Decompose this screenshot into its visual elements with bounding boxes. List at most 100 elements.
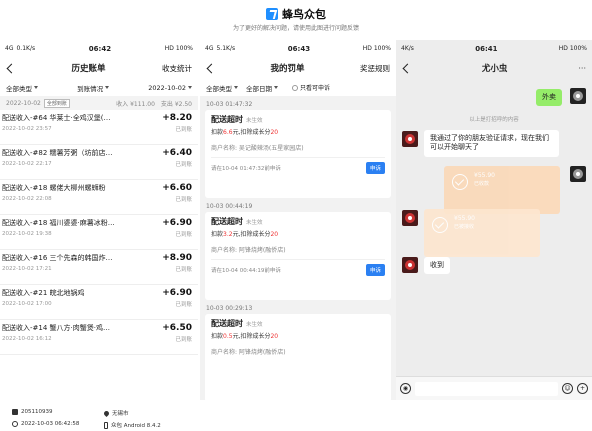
navbar: 我的罚单 奖惩规则 (200, 57, 396, 79)
penalty-amount: 6.6 (223, 129, 233, 136)
divider (211, 259, 385, 260)
bill-row[interactable]: 配送收入-#18 福川婆婆·麻薯冰粉… 2022-10-02 19:38 +6.90… (0, 215, 198, 250)
net-speed: 4K/s (401, 45, 414, 52)
friend-message[interactable]: 我通过了你的朋友验证请求，现在我们可以开始聊天了 (424, 130, 559, 157)
bill-date: 2022-10-02 16:12 (2, 336, 52, 342)
penalty-status: 未生效 (246, 322, 263, 328)
penalty-amount: 0.5 (223, 333, 233, 340)
phone-chat: 4K/s 06:41 HD 100% 尤小虫 ··· 外卖 以上是打招呼的内容 … (396, 40, 592, 400)
bill-title: 配送收入-#18 福川婆婆·麻薯冰粉… (2, 219, 115, 227)
bill-title: 配送收入-#16 三个先森的韩国炸… (2, 254, 113, 262)
bill-status: 已到账 (175, 127, 192, 133)
navbar: 历史账单 收支统计 (0, 57, 198, 79)
penalty-detail: 扣款3.2元,扣除成长分20 (211, 231, 279, 238)
check-circle-icon (432, 217, 448, 233)
phone-history-bills: 4G 0.1K/s 06:42 HD 100% 历史账单 收支统计 全部类型 到账… (0, 40, 198, 400)
bill-amount: +8.20 (162, 113, 192, 123)
dropdown-icon (34, 86, 38, 89)
penalty-merchant: 商户名称: 阿锋烧烤(融侨店) (211, 349, 286, 356)
bill-date: 2022-10-02 17:00 (2, 301, 52, 307)
penalty-card[interactable]: 配送超时 未生效 扣款6.6元,扣除成长分20 商户名称: 吴记酸辣汤(五星家园店… (205, 110, 391, 198)
bill-row[interactable]: 配送收入-#64 华莱士·全鸡汉堡(… 2022-10-02 23:57 +8.20… (0, 110, 198, 145)
my-message[interactable]: 外卖 (536, 89, 562, 107)
appeal-button[interactable]: 申诉 (365, 162, 385, 174)
phone-penalties: 4G 5.1K/s 06:43 HD 100% 我的罚单 奖惩规则 全部类型 全部… (200, 40, 396, 400)
penalty-title: 配送超时 (211, 115, 243, 124)
day-summary: 2022-10-02 全部到账 收入 ¥111.00 支出 ¥2.50 (0, 96, 198, 110)
chat-area: 外卖 以上是打招呼的内容 我通过了你的朋友验证请求，现在我们可以开始聊天了 ¥5… (396, 79, 592, 377)
filter-bar: 全部类型 全部日期 只看可申诉 (200, 79, 396, 96)
rules-link[interactable]: 奖惩规则 (360, 63, 390, 74)
summary-income: 收入 ¥111.00 (116, 100, 155, 108)
bill-title: 配送收入-#21 皖北地锅鸡 (2, 289, 85, 297)
bill-amount: +6.40 (162, 148, 192, 158)
status-time: 06:41 (475, 44, 498, 53)
bill-row[interactable]: 配送收入-#18 螺佬大柳州螺蛳粉 2022-10-02 22:08 +6.60 已到… (0, 180, 198, 215)
battery-label: HD 100% (362, 45, 391, 52)
type-filter[interactable]: 全部类型 (206, 83, 238, 93)
status-bar: 4K/s 06:41 HD 100% (396, 40, 592, 57)
bill-date: 2022-10-02 19:38 (2, 231, 52, 237)
bill-amount: +8.90 (162, 253, 192, 263)
footer-city: 无锡市 (102, 409, 129, 417)
brand-subtitle: 为了更好的解决问题，请使用此图进行问题反馈 (232, 25, 359, 32)
navbar: 尤小虫 ··· (396, 57, 592, 79)
friend-message[interactable]: 收到 (424, 257, 450, 275)
back-icon[interactable] (6, 64, 15, 73)
id-card-icon (12, 409, 18, 415)
signal-label: 4G (205, 45, 214, 52)
bill-date: 2022-10-02 22:08 (2, 196, 52, 202)
summary-tag: 全部到账 (43, 98, 70, 108)
bill-status: 已到账 (175, 162, 192, 168)
phone-icon (104, 421, 108, 429)
bill-row[interactable]: 配送收入-#21 皖北地锅鸡 2022-10-02 17:00 +6.90 已到账 (0, 285, 198, 320)
summary-expense: 支出 ¥2.50 (160, 100, 192, 108)
date-filter[interactable]: 2022-10-02 (148, 84, 192, 92)
stats-link[interactable]: 收支统计 (162, 63, 192, 74)
bill-row[interactable]: 配送收入-#14 蟹八方·肉蟹煲·鸡… 2022-10-02 16:12 +6.50… (0, 320, 198, 355)
penalty-card[interactable]: 配送超时 未生效 扣款0.5元,扣除成长分20 商户名称: 阿锋烧烤(融侨店) (205, 314, 391, 400)
date-filter[interactable]: 全部日期 (246, 83, 278, 93)
type-filter[interactable]: 全部类型 (6, 83, 38, 93)
appeal-button[interactable]: 申诉 (365, 264, 385, 276)
message-input[interactable] (415, 381, 558, 396)
bill-amount: +6.50 (162, 323, 192, 333)
transfer-status: 已被接收 (454, 224, 475, 230)
back-icon[interactable] (206, 64, 215, 73)
page-title: 历史账单 (71, 64, 106, 74)
status-time: 06:42 (88, 44, 112, 53)
more-icon[interactable]: ··· (578, 64, 586, 73)
status-time: 06:43 (287, 44, 311, 53)
my-avatar[interactable] (570, 166, 586, 182)
penalty-card[interactable]: 配送超时 未生效 扣款3.2元,扣除成长分20 商户名称: 阿锋烧烤(融侨店) 请… (205, 212, 391, 300)
plus-icon[interactable]: + (577, 383, 588, 394)
penalty-status: 未生效 (246, 118, 263, 124)
status-filter[interactable]: 到账情况 (77, 83, 110, 93)
transfer-accepted-card[interactable]: ¥55.90 已被接收 (424, 209, 540, 257)
back-icon[interactable] (402, 64, 411, 73)
friend-avatar[interactable] (402, 257, 418, 273)
my-avatar[interactable] (570, 88, 586, 104)
bill-title: 配送收入-#82 糯薯芳粥（坊前店… (2, 149, 113, 157)
dropdown-icon (234, 86, 238, 89)
transfer-received-card[interactable]: ¥55.90 已收款 (444, 166, 560, 214)
status-bar: 4G 0.1K/s 06:42 HD 100% (0, 40, 198, 57)
penalty-title: 配送超时 (211, 319, 243, 328)
bill-status: 已到账 (175, 197, 192, 203)
dropdown-icon (188, 86, 192, 89)
friend-avatar[interactable] (402, 210, 418, 226)
voice-icon[interactable]: ◉ (400, 383, 411, 394)
status-bar: 4G 5.1K/s 06:43 HD 100% (200, 40, 396, 57)
penalty-date: 10-03 00:44:19 (206, 203, 253, 210)
screenshot-root: 蜂鸟众包 为了更好的解决问题，请使用此图进行问题反馈 4G 0.1K/s 06:4… (0, 0, 592, 431)
checkbox-icon (292, 84, 298, 91)
penalty-points: 20 (270, 129, 279, 136)
bill-status: 已到账 (175, 267, 192, 273)
bill-row[interactable]: 配送收入-#16 三个先森的韩国炸… 2022-10-02 17:21 +8.90 已… (0, 250, 198, 285)
footer-id: 205110939 (12, 409, 53, 415)
bill-row[interactable]: 配送收入-#82 糯薯芳粥（坊前店… 2022-10-02 22:17 +6.40 已… (0, 145, 198, 180)
friend-avatar[interactable] (402, 131, 418, 147)
appealable-only-checkbox[interactable]: 只看可申诉 (292, 83, 330, 92)
appeal-deadline: 请在10-04 00:44:19前申诉 (211, 268, 281, 274)
emoji-icon[interactable]: ☺ (562, 383, 573, 394)
